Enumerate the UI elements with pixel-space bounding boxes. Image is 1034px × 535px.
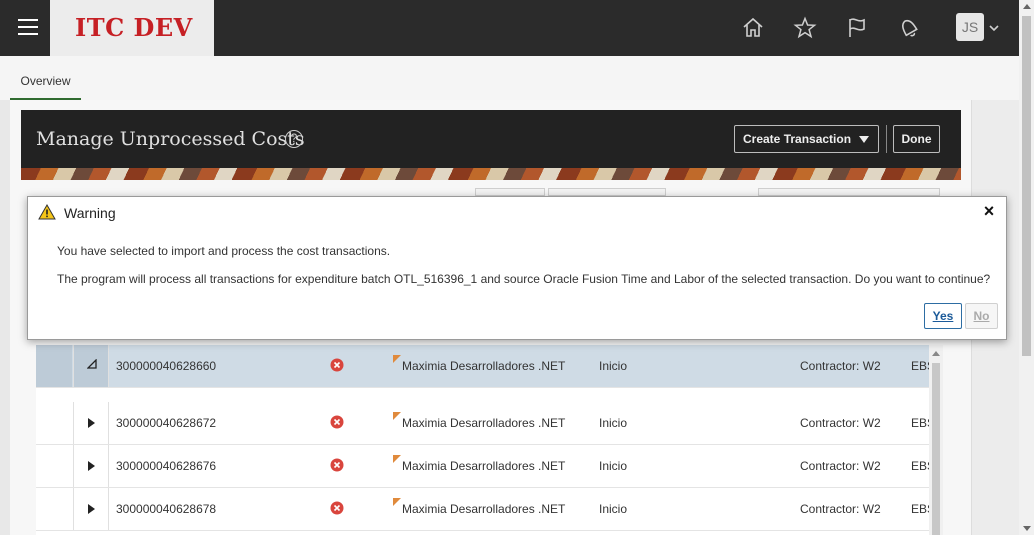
row-selector[interactable] (36, 488, 72, 530)
bell-icon[interactable] (897, 16, 921, 40)
yes-button[interactable]: Yes (924, 303, 962, 329)
worker-type: Contractor: W2 (800, 359, 881, 373)
error-icon[interactable] (330, 358, 344, 372)
tab-overview[interactable]: Overview (10, 56, 81, 100)
status-text: Inicio (599, 416, 628, 430)
error-icon[interactable] (330, 415, 344, 429)
worker-type: Contractor: W2 (800, 416, 881, 430)
create-transaction-button[interactable]: Create Transaction (734, 125, 879, 153)
dialog-message-confirm: The program will process all transaction… (57, 272, 991, 286)
ebs-column-text: EBS (911, 459, 929, 473)
help-icon[interactable]: ? (285, 130, 303, 148)
close-icon[interactable]: × (981, 202, 997, 220)
expand-triangle-icon (88, 461, 95, 471)
status-text: Inicio (599, 459, 628, 473)
no-button[interactable]: No (965, 303, 998, 329)
dialog-title: Warning (64, 205, 116, 221)
table-row[interactable]: 300000040628676 Maximia Desarrolladores … (36, 445, 929, 488)
transaction-id: 300000040628678 (116, 502, 217, 516)
transaction-id: 300000040628660 (116, 359, 217, 373)
table-row[interactable]: 300000040628672 Maximia Desarrolladores … (36, 402, 929, 445)
ebs-column-text: EBS (911, 502, 929, 516)
transaction-id: 300000040628672 (116, 416, 217, 430)
flag-marker-icon (393, 355, 401, 363)
warning-dialog: Warning × You have selected to import an… (27, 196, 1007, 340)
toolbar-control[interactable] (548, 188, 666, 196)
table-scrollbar[interactable] (929, 345, 943, 535)
scroll-up-icon[interactable] (1023, 4, 1031, 9)
ebs-column-text: EBS (911, 416, 929, 430)
worker-type: Contractor: W2 (800, 459, 881, 473)
expand-triangle-icon (88, 504, 95, 514)
page-title: Manage Unprocessed Costs (36, 128, 305, 150)
menu-icon[interactable] (18, 19, 38, 35)
done-button[interactable]: Done (893, 125, 940, 153)
worker-type: Contractor: W2 (800, 502, 881, 516)
scroll-down-icon[interactable] (1023, 526, 1031, 531)
row-expander[interactable] (73, 445, 109, 487)
status-text: Inicio (599, 502, 628, 516)
ebs-column-text: EBS (911, 359, 929, 373)
flag-marker-icon (393, 455, 401, 463)
flag-marker-icon (393, 498, 401, 506)
caret-down-icon (859, 136, 869, 143)
banner-pattern (21, 168, 961, 180)
brand-name: ITC DEV (75, 13, 193, 42)
organization-name: Maximia Desarrolladores .NET (402, 459, 566, 473)
transactions-table: 300000040628660 Maximia Desarrolladores … (36, 345, 929, 535)
star-icon[interactable] (793, 16, 817, 40)
error-icon[interactable] (330, 501, 344, 515)
flag-icon[interactable] (845, 16, 869, 40)
scrollbar-thumb[interactable] (932, 363, 940, 535)
toolbar-control[interactable] (475, 188, 545, 196)
scrollbar-thumb[interactable] (1022, 16, 1031, 356)
row-expander[interactable] (73, 345, 109, 387)
organization-name: Maximia Desarrolladores .NET (402, 416, 566, 430)
chevron-down-icon[interactable] (988, 22, 1000, 34)
flag-marker-icon (393, 412, 401, 420)
warning-icon (38, 204, 56, 220)
row-selector[interactable] (36, 345, 72, 387)
status-text: Inicio (599, 359, 628, 373)
expand-triangle-icon (88, 418, 95, 428)
search-field[interactable] (758, 188, 940, 196)
error-icon[interactable] (330, 458, 344, 472)
dialog-message-import: You have selected to import and process … (57, 244, 391, 258)
tab-bar: Overview (0, 56, 1019, 100)
brand-logo-area[interactable]: ITC DEV (50, 0, 214, 56)
row-selector[interactable] (36, 445, 72, 487)
global-header: ITC DEV JS (0, 0, 1019, 56)
toolbar-separator (886, 125, 887, 153)
scroll-up-icon[interactable] (932, 351, 940, 356)
row-expander[interactable] (73, 488, 109, 530)
organization-name: Maximia Desarrolladores .NET (402, 359, 566, 373)
page-scrollbar[interactable] (1019, 0, 1034, 535)
avatar[interactable]: JS (956, 13, 984, 41)
table-row[interactable]: 300000040628660 Maximia Desarrolladores … (36, 345, 929, 388)
organization-name: Maximia Desarrolladores .NET (402, 502, 566, 516)
collapse-triangle-icon (87, 359, 97, 369)
row-selector[interactable] (36, 402, 72, 444)
table-row[interactable]: 300000040628678 Maximia Desarrolladores … (36, 488, 929, 531)
row-expander[interactable] (73, 402, 109, 444)
create-transaction-label: Create Transaction (743, 132, 852, 146)
home-icon[interactable] (741, 16, 765, 40)
transaction-id: 300000040628676 (116, 459, 217, 473)
